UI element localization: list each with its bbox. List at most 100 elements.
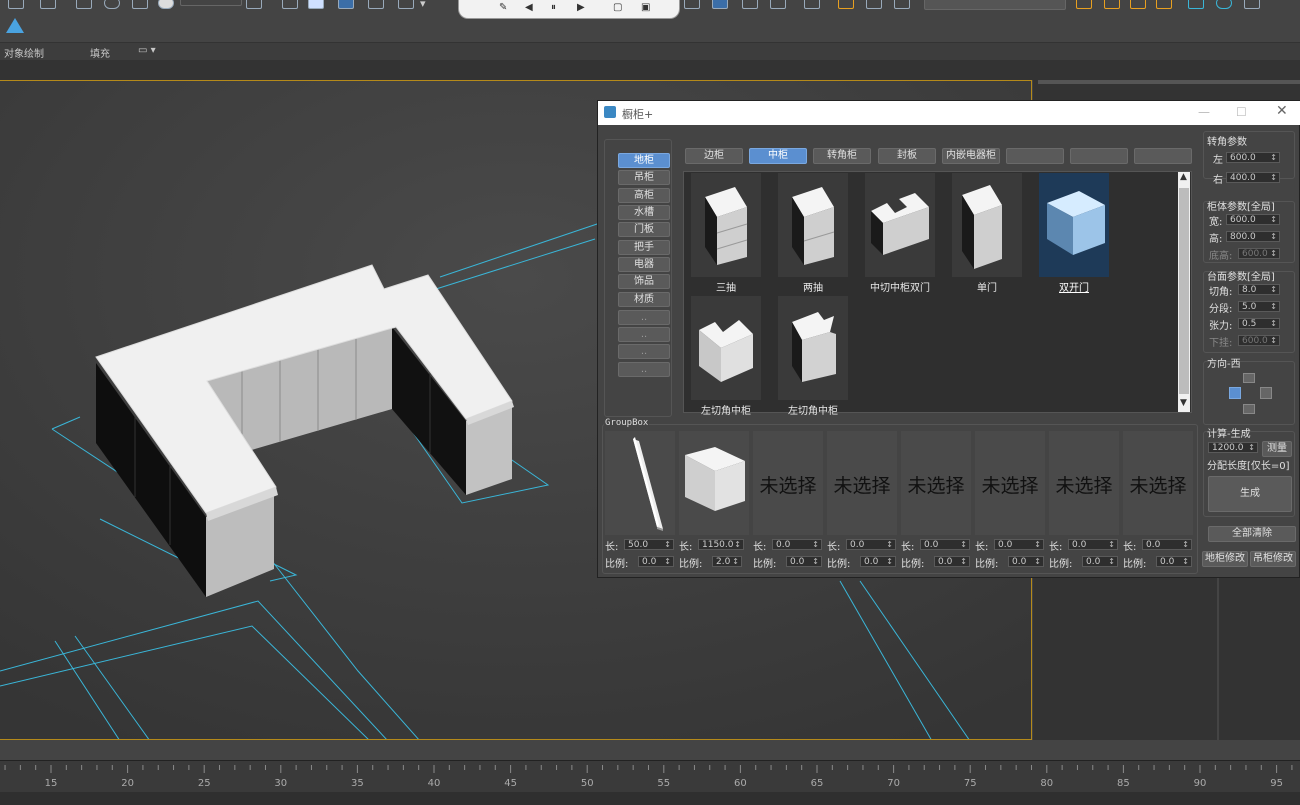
corner-right-spinner[interactable]: 400.0	[1226, 172, 1280, 183]
fill-tab[interactable]: 填充	[90, 45, 110, 60]
thumb-three-drawer[interactable]: 三抽	[691, 173, 761, 294]
prev-icon[interactable]: ◀	[525, 2, 533, 13]
nav-sink[interactable]: 水槽	[618, 205, 670, 220]
slot-ratio-spinner[interactable]: 0.0	[860, 556, 896, 567]
slot-len-spinner[interactable]: 0.0	[772, 539, 822, 550]
maximize-icon[interactable]: ☐	[1236, 105, 1247, 119]
layer-icon[interactable]	[712, 0, 728, 9]
help-icon[interactable]	[1216, 0, 1232, 9]
tab-corner-cabinet[interactable]: 转角柜	[813, 148, 871, 164]
nav-tall-cabinet[interactable]: 高柜	[618, 188, 670, 203]
slot-5[interactable]: 未选择	[901, 431, 971, 535]
angle-snap-icon[interactable]	[338, 0, 354, 9]
nav-floor-cabinet[interactable]: 地柜	[618, 153, 670, 168]
select-region-icon[interactable]	[8, 0, 24, 9]
slot-3[interactable]: 未选择	[753, 431, 823, 535]
place-icon[interactable]	[158, 0, 174, 9]
tab-builtin-appliance[interactable]: 内嵌电器柜	[942, 148, 1000, 164]
rotate-icon[interactable]	[104, 0, 120, 9]
nav-material[interactable]: 材质	[618, 292, 670, 307]
tab-empty-3[interactable]	[1134, 148, 1192, 164]
object-paint-tab[interactable]: 对象绘制	[4, 45, 44, 60]
slot-4[interactable]: 未选择	[827, 431, 897, 535]
nav-appliance[interactable]: 电器	[618, 257, 670, 272]
calc-length-spinner[interactable]: 1200.0	[1208, 442, 1258, 453]
close-icon[interactable]: ✕	[1276, 103, 1288, 119]
timeline-ruler[interactable]: 15 20 25 30 35 40 45 50 55 60 65 70 75 80 85 90 95	[0, 760, 1300, 793]
render-active-icon[interactable]	[1156, 0, 1172, 9]
save-all-icon[interactable]: ▣	[641, 2, 650, 13]
direction-east-button[interactable]	[1260, 387, 1272, 399]
move-icon[interactable]	[76, 0, 92, 9]
slot-1[interactable]	[605, 431, 675, 535]
slot-7[interactable]: 未选择	[1049, 431, 1119, 535]
render-setup-icon[interactable]	[866, 0, 882, 9]
extra-icon[interactable]	[1244, 0, 1260, 9]
direction-south-button[interactable]	[1243, 404, 1255, 414]
next-icon[interactable]: ▶	[577, 2, 585, 13]
tab-side-cabinet[interactable]: 边柜	[685, 148, 743, 164]
slot-len-spinner[interactable]: 0.0	[1142, 539, 1192, 550]
nav-decor[interactable]: 饰品	[618, 274, 670, 289]
corner-left-spinner[interactable]: 600.0	[1226, 152, 1280, 163]
render-icon[interactable]	[684, 0, 700, 9]
top-hang-spinner[interactable]: 600.0	[1238, 335, 1280, 346]
nav-empty-1[interactable]: ..	[618, 310, 670, 325]
top-tension-spinner[interactable]: 0.5	[1238, 318, 1280, 329]
scale-icon[interactable]	[132, 0, 148, 9]
slot-ratio-spinner[interactable]: 0.0	[934, 556, 970, 567]
slot-2[interactable]	[679, 431, 749, 535]
slot-len-spinner[interactable]: 1150.0	[698, 539, 744, 550]
pause-icon[interactable]: ⏸	[551, 2, 556, 13]
body-width-spinner[interactable]: 600.0	[1226, 214, 1280, 225]
slot-len-spinner[interactable]: 50.0	[624, 539, 674, 550]
slot-len-spinner[interactable]: 0.0	[994, 539, 1044, 550]
wall-modify-button[interactable]: 吊柜修改	[1250, 551, 1296, 567]
floor-modify-button[interactable]: 地柜修改	[1202, 551, 1248, 567]
nav-empty-3[interactable]: ..	[618, 344, 670, 359]
render-production-icon[interactable]	[1104, 0, 1120, 9]
slot-ratio-spinner[interactable]: 0.0	[1082, 556, 1118, 567]
render-frame-icon[interactable]	[894, 0, 910, 9]
nav-handle[interactable]: 把手	[618, 240, 670, 255]
body-base-spinner[interactable]: 600.0	[1238, 248, 1280, 259]
tab-empty-2[interactable]	[1070, 148, 1128, 164]
slot-ratio-spinner[interactable]: 0.0	[638, 556, 674, 567]
spinner-snap-icon[interactable]	[398, 0, 414, 9]
teapot-icon[interactable]	[1076, 0, 1092, 9]
top-chamfer-spinner[interactable]: 8.0	[1238, 284, 1280, 295]
slot-len-spinner[interactable]: 0.0	[920, 539, 970, 550]
scrollbar-thumb[interactable]	[1179, 188, 1189, 394]
top-seg-spinner[interactable]: 5.0	[1238, 301, 1280, 312]
window-crossing-icon[interactable]	[40, 0, 56, 9]
ribbon-icon[interactable]	[770, 0, 786, 9]
nav-empty-4[interactable]: ..	[618, 362, 670, 377]
ribbon-options-icon[interactable]: ▭ ▾	[138, 45, 156, 56]
percent-snap-icon[interactable]	[368, 0, 384, 9]
gallery-scrollbar[interactable]: ▲ ▼	[1178, 172, 1190, 412]
tab-middle-cabinet[interactable]: 中柜	[749, 148, 807, 164]
thumb-notched-double-door[interactable]: 中切中柜双门	[865, 173, 935, 294]
reference-dropdown[interactable]	[180, 0, 242, 6]
thumb-left-chamfer-1[interactable]: 左切角中柜	[691, 296, 761, 417]
slot-ratio-spinner[interactable]: 0.0	[1156, 556, 1192, 567]
scroll-up-icon[interactable]: ▲	[1180, 172, 1187, 182]
app-logo-icon[interactable]	[6, 18, 24, 33]
pivot-icon[interactable]	[246, 0, 262, 9]
thumb-double-door[interactable]: 双开门	[1039, 173, 1109, 294]
material-editor-icon[interactable]	[838, 0, 854, 9]
thumb-two-drawer[interactable]: 两抽	[778, 173, 848, 294]
direction-west-button[interactable]	[1229, 387, 1241, 399]
render-preset-dropdown[interactable]	[924, 0, 1066, 10]
snap-toggle-icon[interactable]	[308, 0, 324, 9]
slot-ratio-spinner[interactable]: 0.0	[786, 556, 822, 567]
direction-north-button[interactable]	[1243, 373, 1255, 383]
select-link-icon[interactable]	[282, 0, 298, 9]
scroll-down-icon[interactable]: ▼	[1180, 398, 1187, 408]
tab-empty-1[interactable]	[1006, 148, 1064, 164]
edit-icon[interactable]: ✎	[499, 2, 507, 13]
body-height-spinner[interactable]: 800.0	[1226, 231, 1280, 242]
chevron-down-icon[interactable]: ▾	[420, 0, 434, 10]
slot-6[interactable]: 未选择	[975, 431, 1045, 535]
measure-button[interactable]: 测量	[1262, 441, 1292, 457]
